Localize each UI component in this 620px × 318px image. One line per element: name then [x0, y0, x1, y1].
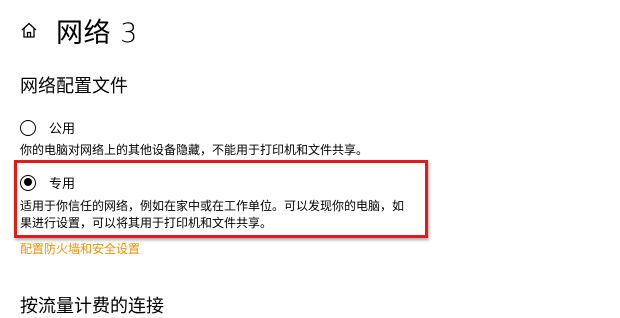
page-title: 网络 3 [56, 17, 138, 49]
public-radio[interactable] [20, 119, 36, 136]
private-description-line-2: 果进行设置，可以将其用于打印机和文件共享。 [20, 216, 273, 230]
public-profile-option[interactable]: 公用 [20, 118, 75, 137]
private-profile-option[interactable]: 专用 [20, 173, 75, 192]
metered-connection-heading: 按流量计费的连接 [20, 296, 164, 317]
private-description-line-1: 适用于你信任的网络，例如在家中或在工作单位。可以发现你的电脑，如 [20, 199, 405, 213]
public-label: 公用 [49, 122, 76, 137]
network-profile-heading: 网络配置文件 [20, 76, 128, 97]
public-description: 你的电脑对网络上的其他设备隐藏，不能用于打印机和文件共享。 [20, 143, 369, 157]
home-icon[interactable] [20, 21, 38, 39]
private-radio[interactable] [20, 174, 36, 191]
firewall-settings-link[interactable]: 配置防火墙和安全设置 [20, 240, 140, 257]
private-label: 专用 [49, 177, 76, 192]
page-header: 网络 3 [20, 12, 138, 49]
